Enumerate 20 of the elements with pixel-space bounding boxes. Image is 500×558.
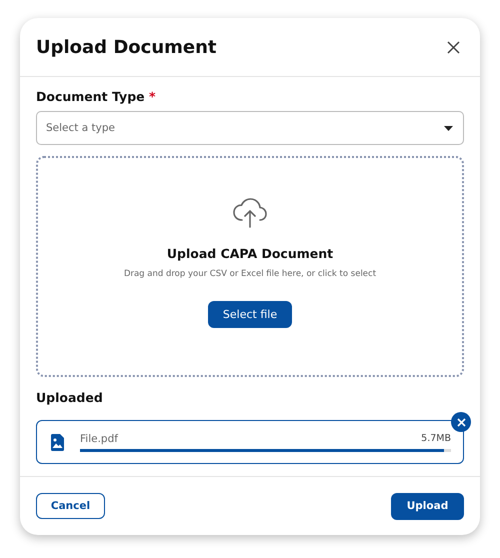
close-icon xyxy=(456,418,466,426)
caret-icon xyxy=(444,126,453,130)
file-name: File.pdf xyxy=(80,432,118,444)
section-label: Uploaded xyxy=(36,390,104,405)
file-size: 5.7MB xyxy=(421,432,451,444)
type-select[interactable]: Select a type xyxy=(36,111,464,145)
field-label: Document Type * xyxy=(36,89,157,104)
dropzone-hint: Drag and drop your CSV or Excel file here, or click to select xyxy=(124,269,376,279)
upload-button[interactable]: Upload xyxy=(391,492,464,520)
required-mark: * xyxy=(148,89,156,104)
remove-file-button[interactable] xyxy=(451,412,471,432)
dropzone[interactable]: Upload CAPA Document Drag and drop your CSV or Excel file here, or click to select Select file xyxy=(36,156,464,377)
close-icon xyxy=(447,40,460,54)
close-button[interactable] xyxy=(447,40,460,54)
select-file-button[interactable]: Select file xyxy=(208,301,292,328)
dropzone-title: Upload CAPA Document xyxy=(166,246,334,261)
upload-cloud-icon xyxy=(232,198,268,228)
image-file-icon xyxy=(51,434,64,450)
cancel-button[interactable]: Cancel xyxy=(36,493,105,519)
dialog-title: Upload Document xyxy=(36,36,217,58)
